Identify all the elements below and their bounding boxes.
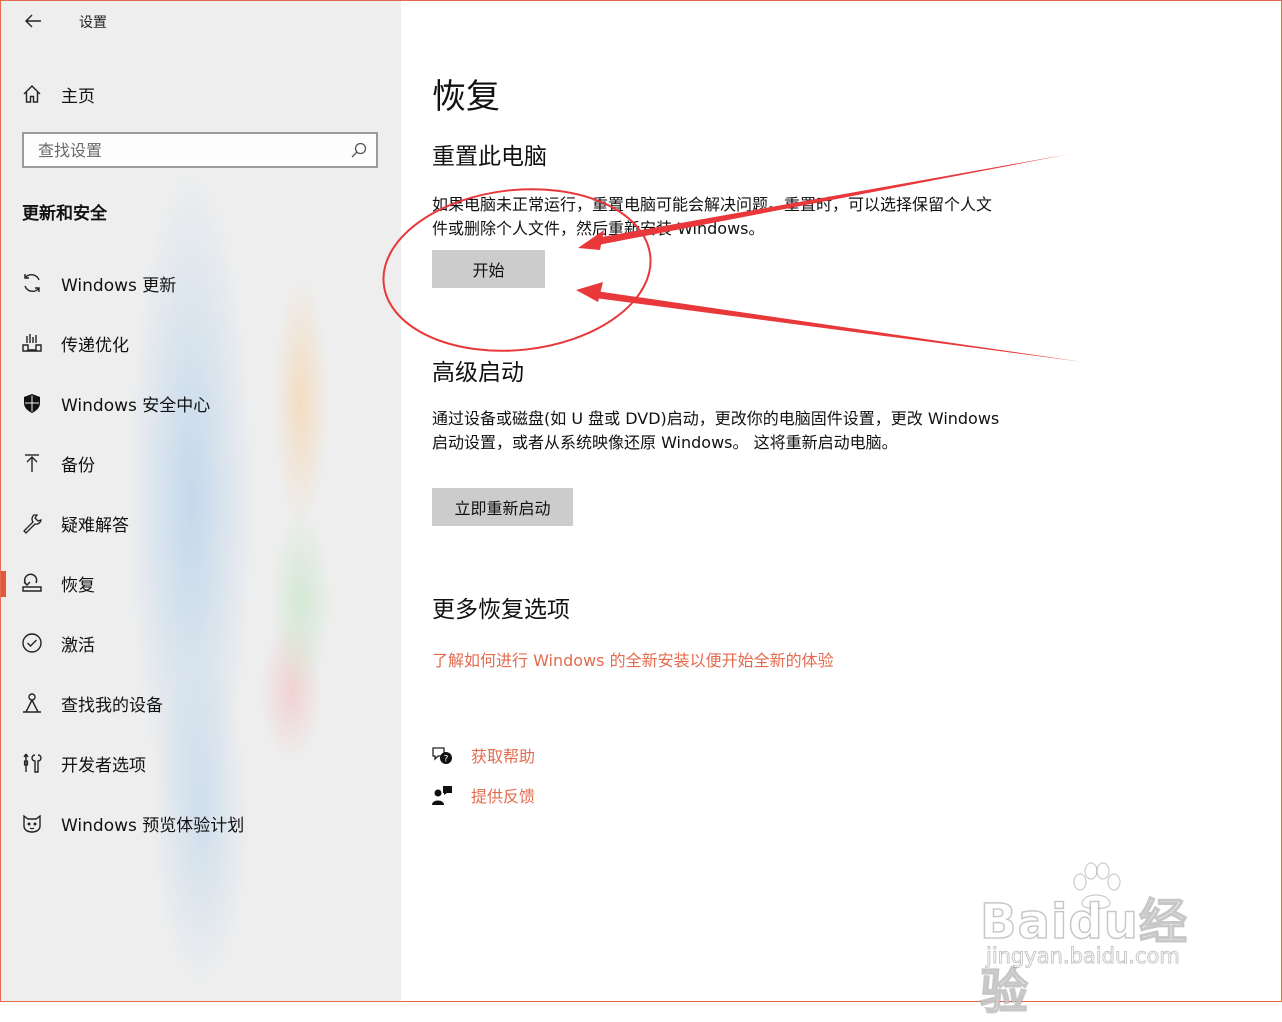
help-chat-icon: ? (431, 744, 453, 766)
sidebar-item-windows-security[interactable]: Windows 安全中心 (1, 383, 401, 423)
sidebar-item-label: 查找我的设备 (61, 695, 163, 716)
main-content: 恢复 重置此电脑 如果电脑未正常运行，重置电脑可能会解决问题。重置时，可以选择保… (401, 1, 1281, 1001)
baidu-watermark: Baidu经验 jingyan.baidu.com (979, 860, 1220, 1021)
sidebar-item-label: 开发者选项 (61, 755, 146, 776)
insider-cat-icon (21, 812, 43, 834)
recovery-icon (21, 572, 43, 594)
sidebar-home-label: 主页 (61, 86, 95, 107)
restart-now-button[interactable]: 立即重新启动 (432, 488, 573, 526)
arrow-left-icon (25, 14, 41, 28)
back-button[interactable] (19, 9, 47, 35)
check-circle-icon (21, 632, 43, 654)
more-recovery-heading: 更多恢复选项 (432, 597, 570, 623)
sidebar-item-label: Windows 预览体验计划 (61, 815, 245, 836)
sidebar-item-troubleshoot[interactable]: 疑难解答 (1, 503, 401, 543)
search-box[interactable] (22, 132, 378, 168)
reset-pc-description: 如果电脑未正常运行，重置电脑可能会解决问题。重置时，可以选择保留个人文件或删除个… (432, 195, 993, 238)
page-title: 恢复 (432, 77, 500, 117)
section-title: 更新和安全 (22, 204, 107, 224)
sidebar-item-find-my-device[interactable]: 查找我的设备 (1, 683, 401, 723)
advanced-startup-description: 通过设备或磁盘(如 U 盘或 DVD)启动，更改你的电脑固件设置，更改 Wind… (432, 409, 1000, 452)
home-icon (21, 83, 43, 105)
sync-icon (21, 272, 43, 294)
find-device-icon (21, 692, 43, 714)
developer-tools-icon (21, 752, 43, 774)
sidebar-item-windows-update[interactable]: Windows 更新 (1, 263, 401, 303)
sidebar-item-developer[interactable]: 开发者选项 (1, 743, 401, 783)
search-icon[interactable] (350, 141, 368, 159)
sidebar: 主页 更新和安全 Windows 更新 传递优化 Win (1, 1, 401, 1001)
reset-pc-heading: 重置此电脑 (432, 144, 547, 170)
feedback-label: 提供反馈 (471, 787, 536, 806)
sidebar-item-label: 传递优化 (61, 335, 129, 356)
sidebar-item-home[interactable]: 主页 (21, 81, 95, 107)
app-title: 设置 (79, 15, 107, 31)
advanced-startup-heading: 高级启动 (432, 360, 524, 386)
sidebar-item-label: 疑难解答 (61, 515, 129, 536)
svg-text:?: ? (444, 755, 449, 765)
sidebar-item-label: Windows 安全中心 (61, 395, 211, 416)
sidebar-item-delivery-optimization[interactable]: 传递优化 (1, 323, 401, 363)
sidebar-item-label: 备份 (61, 455, 95, 476)
delivery-optimization-icon (21, 332, 43, 354)
sidebar-item-insider[interactable]: Windows 预览体验计划 (1, 803, 401, 843)
sidebar-item-activation[interactable]: 激活 (1, 623, 401, 663)
get-help-link[interactable]: ? 获取帮助 (431, 742, 535, 768)
sidebar-item-label: 激活 (61, 635, 95, 656)
feedback-person-icon (431, 784, 453, 806)
wrench-icon (21, 512, 43, 534)
reset-start-button[interactable]: 开始 (432, 250, 545, 288)
sidebar-item-recovery[interactable]: 恢复 (1, 563, 401, 603)
sidebar-item-label: 恢复 (61, 575, 95, 596)
search-input[interactable] (24, 134, 358, 166)
sidebar-item-label: Windows 更新 (61, 275, 177, 296)
shield-icon (21, 392, 43, 414)
fresh-install-link[interactable]: 了解如何进行 Windows 的全新安装以便开始全新的体验 (432, 647, 834, 671)
sidebar-item-backup[interactable]: 备份 (1, 443, 401, 483)
settings-window: 主页 更新和安全 Windows 更新 传递优化 Win (0, 0, 1282, 1002)
get-help-label: 获取帮助 (471, 747, 536, 766)
watermark-url: jingyan.baidu.com (986, 944, 1181, 969)
feedback-link[interactable]: 提供反馈 (431, 782, 535, 808)
backup-arrow-icon (21, 452, 43, 474)
